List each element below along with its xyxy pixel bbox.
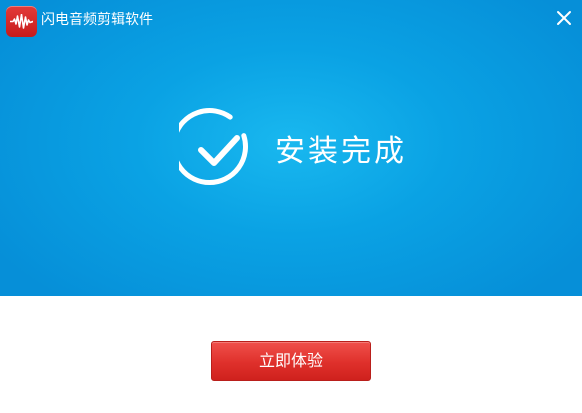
app-title: 闪电音频剪辑软件 <box>41 12 153 28</box>
install-complete-text: 安装完成 <box>275 134 407 169</box>
close-icon <box>557 11 571 25</box>
close-button[interactable] <box>546 0 582 36</box>
install-status: 安装完成 <box>179 108 407 188</box>
installer-window: 闪电音频剪辑软件 安装完成 立即体验 <box>0 0 582 413</box>
title-bar[interactable]: 闪电音频剪辑软件 <box>0 0 582 40</box>
try-now-button[interactable]: 立即体验 <box>211 341 371 381</box>
check-circle-icon <box>179 108 248 186</box>
audio-waveform-icon <box>6 6 37 37</box>
